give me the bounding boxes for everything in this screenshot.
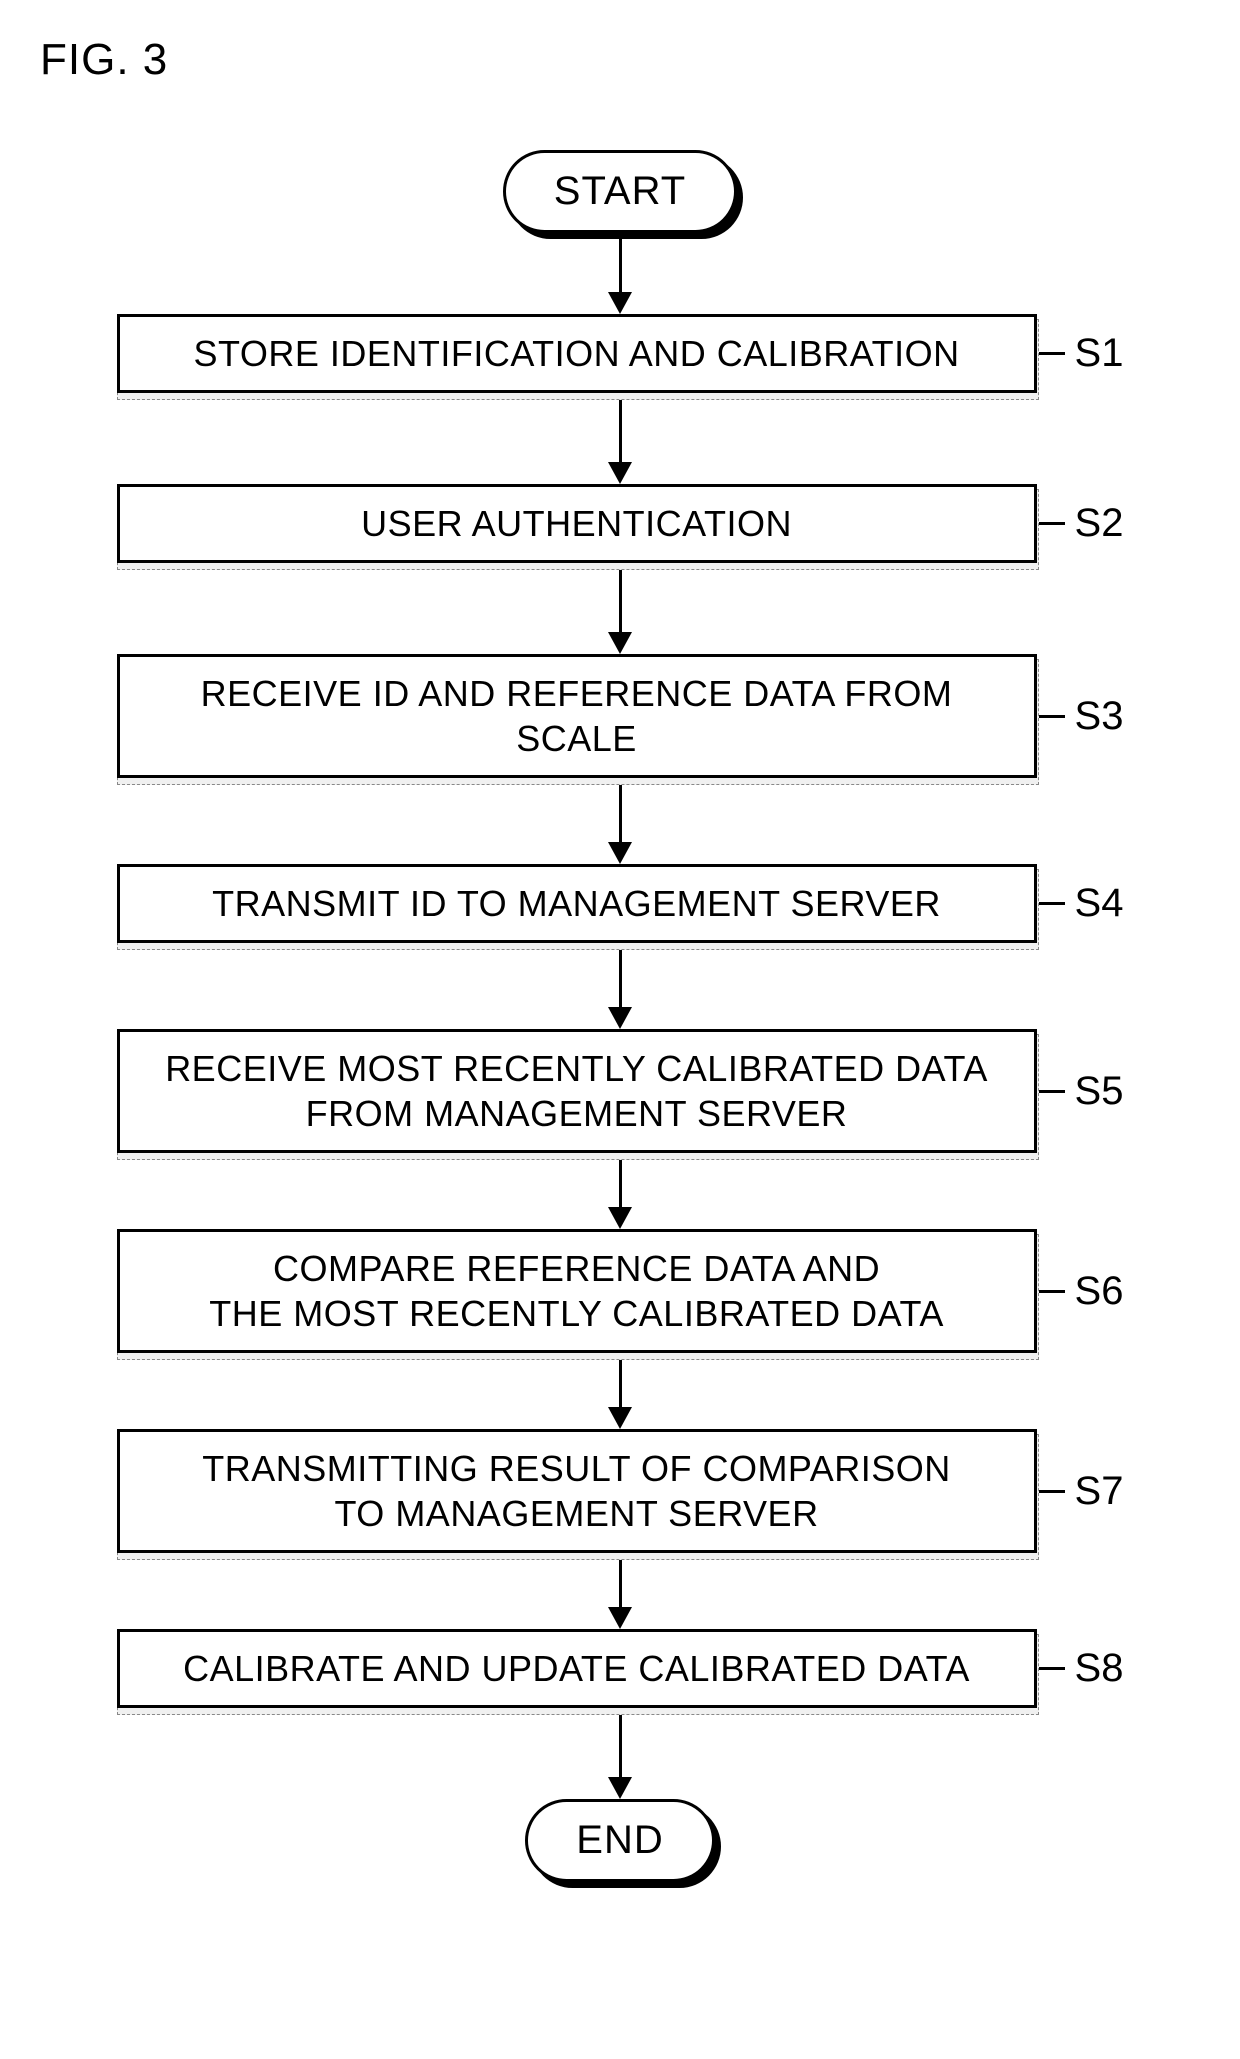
step-row-s1: STORE IDENTIFICATION AND CALIBRATION S1 <box>117 314 1124 393</box>
step-text: RECEIVE ID AND REFERENCE DATA FROM SCALE <box>117 654 1037 778</box>
step-id: S3 <box>1075 694 1124 739</box>
step-box: STORE IDENTIFICATION AND CALIBRATION <box>117 314 1037 393</box>
arrow <box>608 563 632 654</box>
arrow <box>608 1153 632 1229</box>
label-connector: S4 <box>1037 881 1124 926</box>
step-row-s8: CALIBRATE AND UPDATE CALIBRATED DATA S8 <box>117 1629 1124 1708</box>
tick <box>1037 1667 1065 1670</box>
step-id: S4 <box>1075 881 1124 926</box>
arrow <box>608 1553 632 1629</box>
step-id: S2 <box>1075 501 1124 546</box>
arrow-line <box>619 778 622 843</box>
arrow-head-icon <box>608 1777 632 1799</box>
step-row-s4: TRANSMIT ID TO MANAGEMENT SERVER S4 <box>117 864 1124 943</box>
arrow <box>608 233 632 314</box>
label-connector: S2 <box>1037 501 1124 546</box>
tick <box>1037 352 1065 355</box>
arrow-head-icon <box>608 1207 632 1229</box>
figure-title: FIG. 3 <box>40 35 168 85</box>
step-text: CALIBRATE AND UPDATE CALIBRATED DATA <box>117 1629 1037 1708</box>
arrow-head-icon <box>608 1407 632 1429</box>
arrow <box>608 778 632 864</box>
arrow <box>608 393 632 484</box>
step-box: RECEIVE ID AND REFERENCE DATA FROM SCALE <box>117 654 1037 778</box>
step-text: STORE IDENTIFICATION AND CALIBRATION <box>117 314 1037 393</box>
arrow-head-icon <box>608 292 632 314</box>
arrow-line <box>619 1708 622 1778</box>
step-row-s2: USER AUTHENTICATION S2 <box>117 484 1124 563</box>
arrow-line <box>619 1353 622 1408</box>
arrow-head-icon <box>608 842 632 864</box>
step-id: S8 <box>1075 1646 1124 1691</box>
end-terminal: END <box>525 1799 714 1882</box>
label-connector: S6 <box>1037 1269 1124 1314</box>
step-text: TRANSMITTING RESULT OF COMPARISONTO MANA… <box>117 1429 1037 1553</box>
arrow <box>608 943 632 1029</box>
step-text: TRANSMIT ID TO MANAGEMENT SERVER <box>117 864 1037 943</box>
arrow <box>608 1708 632 1799</box>
label-connector: S7 <box>1037 1469 1124 1514</box>
step-row-s7: TRANSMITTING RESULT OF COMPARISONTO MANA… <box>117 1429 1124 1553</box>
tick <box>1037 715 1065 718</box>
step-row-s6: COMPARE REFERENCE DATA ANDTHE MOST RECEN… <box>117 1229 1124 1353</box>
start-label: START <box>503 150 737 233</box>
label-connector: S3 <box>1037 694 1124 739</box>
arrow-line <box>619 393 622 463</box>
step-row-s3: RECEIVE ID AND REFERENCE DATA FROM SCALE… <box>117 654 1124 778</box>
step-box: TRANSMIT ID TO MANAGEMENT SERVER <box>117 864 1037 943</box>
arrow-line <box>619 1553 622 1608</box>
step-box: CALIBRATE AND UPDATE CALIBRATED DATA <box>117 1629 1037 1708</box>
step-row-s5: RECEIVE MOST RECENTLY CALIBRATED DATAFRO… <box>117 1029 1124 1153</box>
step-id: S6 <box>1075 1269 1124 1314</box>
flowchart: START STORE IDENTIFICATION AND CALIBRATI… <box>0 150 1240 1882</box>
arrow-line <box>619 563 622 633</box>
label-connector: S8 <box>1037 1646 1124 1691</box>
tick <box>1037 1290 1065 1293</box>
step-box: TRANSMITTING RESULT OF COMPARISONTO MANA… <box>117 1429 1037 1553</box>
step-id: S7 <box>1075 1469 1124 1514</box>
label-connector: S5 <box>1037 1069 1124 1114</box>
figure-page: FIG. 3 START STORE IDENTIFICATION AND CA… <box>0 0 1240 2059</box>
step-text: COMPARE REFERENCE DATA ANDTHE MOST RECEN… <box>117 1229 1037 1353</box>
step-box: COMPARE REFERENCE DATA ANDTHE MOST RECEN… <box>117 1229 1037 1353</box>
step-text: RECEIVE MOST RECENTLY CALIBRATED DATAFRO… <box>117 1029 1037 1153</box>
step-text: USER AUTHENTICATION <box>117 484 1037 563</box>
step-box: RECEIVE MOST RECENTLY CALIBRATED DATAFRO… <box>117 1029 1037 1153</box>
step-id: S1 <box>1075 331 1124 376</box>
arrow <box>608 1353 632 1429</box>
arrow-head-icon <box>608 1007 632 1029</box>
tick <box>1037 1490 1065 1493</box>
tick <box>1037 1090 1065 1093</box>
arrow-head-icon <box>608 1607 632 1629</box>
start-terminal: START <box>503 150 737 233</box>
arrow-line <box>619 943 622 1008</box>
step-id: S5 <box>1075 1069 1124 1114</box>
tick <box>1037 522 1065 525</box>
arrow-head-icon <box>608 632 632 654</box>
arrow-line <box>619 1153 622 1208</box>
step-box: USER AUTHENTICATION <box>117 484 1037 563</box>
label-connector: S1 <box>1037 331 1124 376</box>
tick <box>1037 902 1065 905</box>
arrow-head-icon <box>608 462 632 484</box>
end-label: END <box>525 1799 714 1882</box>
arrow-line <box>619 233 622 293</box>
